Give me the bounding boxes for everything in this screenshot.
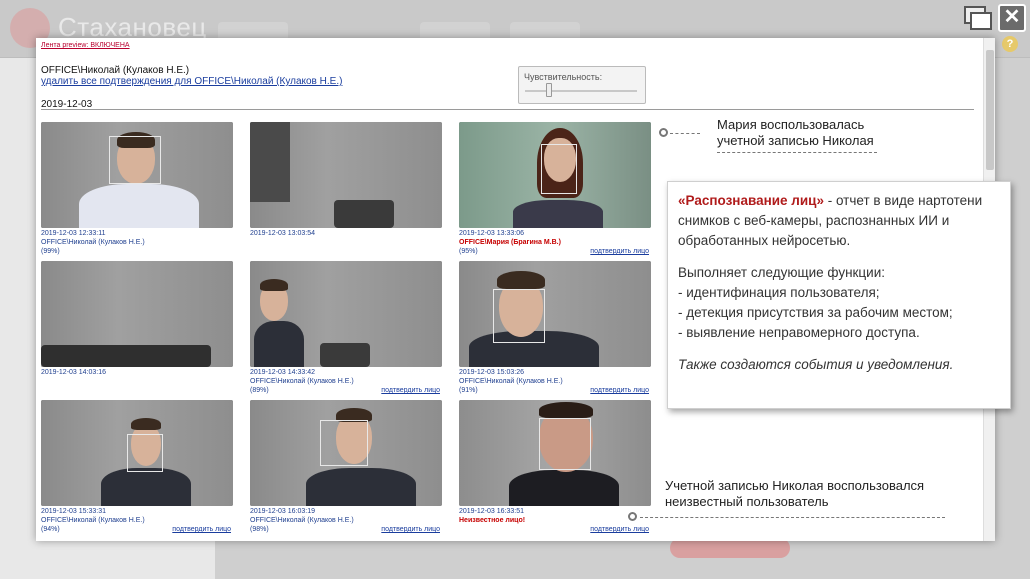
snapshot-user: OFFICE\Николай (Кулаков Н.Е.) — [41, 517, 145, 524]
snapshot-card: 2019-12-03 15:33:31 OFFICE\Николай (Кула… — [41, 400, 233, 534]
snapshot-user: OFFICE\Николай (Кулаков Н.Е.) — [41, 239, 145, 246]
snapshot-time: 2019-12-03 16:33:51 — [459, 508, 524, 515]
snapshot-time: 2019-12-03 14:33:42 — [250, 369, 315, 376]
snapshot-time: 2019-12-03 14:03:16 — [41, 369, 106, 376]
snapshot-time: 2019-12-03 12:33:11 — [41, 230, 106, 237]
scrollbar-thumb[interactable] — [986, 50, 994, 170]
webcam-photo[interactable] — [41, 400, 233, 506]
feature-title: «Распознавание лиц» — [678, 193, 824, 208]
webcam-photo[interactable] — [459, 400, 651, 506]
sensitivity-label: Чувствительность: — [524, 72, 603, 82]
report-user: OFFICE\Николай (Кулаков Н.Е.) — [41, 65, 190, 76]
confirm-face-link[interactable]: подтвердить лицо — [381, 525, 440, 534]
snapshot-user: OFFICE\Николай (Кулаков Н.Е.) — [250, 517, 354, 524]
restore-window-button[interactable] — [962, 4, 992, 32]
snapshot-confidence: (95%) — [459, 248, 478, 255]
snapshot-card: 2019-12-03 14:03:16 — [41, 261, 233, 377]
confirm-face-link[interactable]: подтвердить лицо — [590, 247, 649, 256]
snapshot-card: 2019-12-03 13:03:54 — [250, 122, 442, 238]
webcam-photo[interactable] — [41, 261, 233, 367]
snapshot-confidence: (99%) — [41, 248, 60, 255]
function-item: - детекция присутствия за рабочим местом… — [678, 305, 953, 320]
webcam-photo[interactable] — [459, 122, 651, 228]
annotation-marker-icon — [628, 512, 637, 521]
confirm-face-link[interactable]: подтвердить лицо — [172, 525, 231, 534]
snapshot-card: 2019-12-03 16:03:19 OFFICE\Николай (Кула… — [250, 400, 442, 534]
annotation-unknown-user: Учетной записью Николая воспользовался н… — [665, 478, 925, 509]
divider — [41, 109, 974, 110]
webcam-photo[interactable] — [250, 122, 442, 228]
help-icon[interactable]: ? — [1002, 36, 1018, 52]
annotation-connector — [640, 517, 945, 518]
unknown-user-label: Неизвестное лицо! — [459, 517, 526, 524]
feature-intro: «Распознавание лиц» - отчет в виде нарто… — [678, 191, 1000, 251]
functions-heading: Выполняет следующие функции: — [678, 265, 885, 280]
snapshot-user: OFFICE\Николай (Кулаков Н.Е.) — [250, 378, 354, 385]
feature-description-card: «Распознавание лиц» - отчет в виде нарто… — [667, 181, 1011, 409]
sensitivity-control: Чувствительность: — [518, 66, 646, 104]
window-icon-front — [970, 12, 992, 30]
annotation-marker-icon — [659, 128, 668, 137]
function-item: - идентифинация пользователя; — [678, 285, 880, 300]
close-button[interactable]: ✕ — [998, 4, 1026, 32]
webcam-photo[interactable] — [41, 122, 233, 228]
snapshot-time: 2019-12-03 13:33:06 — [459, 230, 524, 237]
webcam-photo[interactable] — [250, 261, 442, 367]
snapshot-time: 2019-12-03 15:33:31 — [41, 508, 106, 515]
snapshot-time: 2019-12-03 16:03:19 — [250, 508, 315, 515]
snapshot-confidence: (89%) — [250, 387, 269, 394]
snapshot-card: 2019-12-03 12:33:11 OFFICE\Николай (Кула… — [41, 122, 233, 256]
snapshot-time: 2019-12-03 15:03:26 — [459, 369, 524, 376]
preview-toggle-link[interactable]: Лента preview: ВКЛЮЧЕНА — [41, 42, 130, 49]
snapshot-confidence: (98%) — [250, 526, 269, 533]
confirm-face-link[interactable]: подтвердить лицо — [590, 525, 649, 534]
snapshot-time: 2019-12-03 13:03:54 — [250, 230, 315, 237]
snapshot-card: 2019-12-03 14:33:42 OFFICE\Николай (Кула… — [250, 261, 442, 395]
snapshot-confidence: (94%) — [41, 526, 60, 533]
annotation-maria: Мария воспользовалась учетной записью Ни… — [717, 117, 874, 148]
snapshot-card: 2019-12-03 15:03:26 OFFICE\Николай (Кула… — [459, 261, 651, 395]
sensitivity-slider[interactable] — [546, 83, 553, 97]
snapshot-card: 2019-12-03 13:33:06 OFFICE\Мария (Брагин… — [459, 122, 651, 256]
confirm-face-link[interactable]: подтвердить лицо — [381, 386, 440, 395]
confirm-face-link[interactable]: подтвердить лицо — [590, 386, 649, 395]
snapshot-user: OFFICE\Мария (Брагина М.В.) — [459, 239, 561, 246]
snapshot-card: 2019-12-03 16:33:51 Неизвестное лицо! по… — [459, 400, 651, 534]
function-item: - выявление неправомерного доступа. — [678, 325, 920, 340]
feature-final-note: Также создаются события и уведомления. — [678, 357, 954, 372]
delete-confirmations-link[interactable]: удалить все подтверждения для OFFICE\Ник… — [41, 76, 342, 87]
background-button — [670, 538, 790, 558]
annotation-connector — [670, 133, 700, 134]
snapshot-user: OFFICE\Николай (Кулаков Н.Е.) — [459, 378, 563, 385]
snapshot-confidence: (91%) — [459, 387, 478, 394]
sensitivity-track — [525, 90, 637, 92]
webcam-photo[interactable] — [459, 261, 651, 367]
webcam-photo[interactable] — [250, 400, 442, 506]
annotation-underline — [717, 152, 877, 153]
